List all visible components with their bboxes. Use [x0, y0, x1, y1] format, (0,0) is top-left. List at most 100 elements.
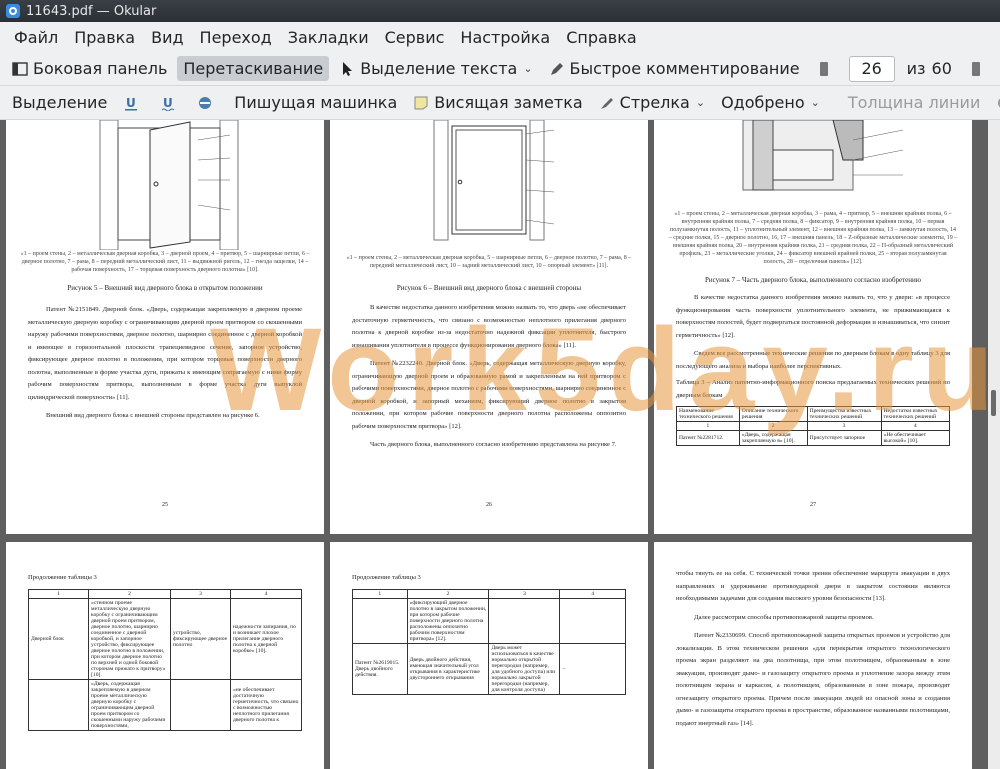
table-cell: 1	[27, 589, 90, 599]
text-selection-button[interactable]: Выделение текста ⌄	[333, 56, 538, 81]
figure-title: Рисунок 7 – Часть дверного блока, выполн…	[704, 276, 922, 284]
table-cell: 2	[738, 421, 808, 431]
document-page-29: Продолжение таблицы 3 1 2 3 4 «фиксирующ…	[330, 542, 648, 769]
table-cell: 4	[880, 421, 951, 431]
figure-title: Рисунок 6 – Внешний вид дверного блока с…	[396, 284, 582, 292]
menu-help[interactable]: Справка	[558, 28, 645, 47]
table-caption: Таблица 3 – Анализ патентно-информационн…	[676, 379, 950, 399]
document-page-25: «1 – проем стены, 2 – металлическая двер…	[6, 120, 324, 534]
highlight-selection-button[interactable]: Выделение	[6, 90, 113, 115]
approved-label: Одобрено	[721, 93, 805, 112]
table-continuation-caption: Продолжение таблицы 3	[28, 574, 97, 581]
typewriter-button[interactable]: Пишущая машинка	[228, 90, 403, 115]
table-cell: Патент №2281712.	[676, 430, 740, 446]
page-number: 25	[162, 502, 168, 508]
strikeout-button[interactable]	[191, 92, 224, 114]
figure-caption: «1 – проем стены, 2 – металлическая двер…	[20, 251, 310, 273]
table-cell: Патент №2619015. Дверь двойного действия…	[352, 643, 408, 695]
table-cell	[352, 598, 408, 644]
drag-mode-button[interactable]: Перетаскивание	[177, 56, 330, 81]
menu-tools[interactable]: Сервис	[377, 28, 453, 47]
table-cell: «Дверь, содержащая закрепляемую в» [10].	[738, 430, 808, 446]
squiggle-underline-icon: U	[161, 96, 175, 111]
table-cell: Присутствует запорное	[806, 430, 882, 446]
document-page-30: чтобы тянуть ее на себя. С технической т…	[654, 542, 972, 769]
table-cell: «фиксирующий дверное полотно в закрытом …	[406, 598, 490, 644]
table-cell: «Не обеспечивает высокой» [10].	[880, 430, 951, 446]
page-of-label: из	[906, 59, 926, 78]
paragraph: Патент №2151849. Дверной блок. «Дверь, с…	[28, 306, 302, 401]
svg-text:U: U	[163, 96, 173, 110]
brush-icon	[600, 97, 613, 109]
table-cell	[488, 598, 561, 644]
underline-button[interactable]: U	[117, 92, 150, 114]
table-cell: 4	[229, 589, 303, 599]
table-cell: 1	[352, 589, 408, 599]
door-front-drawing	[433, 120, 555, 241]
chevron-down-icon[interactable]: ⌄	[811, 96, 820, 109]
menu-edit[interactable]: Правка	[66, 28, 143, 47]
menu-settings[interactable]: Настройка	[452, 28, 558, 47]
document-viewport[interactable]: «1 – проем стены, 2 – металлическая двер…	[0, 120, 1000, 769]
table-cell: «стенном проеме металлическую дверную ко…	[88, 598, 171, 680]
line-width-button[interactable]: Толщина линии	[842, 90, 987, 115]
palette-icon	[998, 98, 1000, 107]
hanging-note-button[interactable]: Висящая заметка	[407, 90, 588, 115]
document-page-26: «1 – проем стены, 2 – металлическая двер…	[330, 120, 648, 534]
annotation-toolbar: Выделение U U Пишущая машинка Висящая за…	[0, 86, 1000, 120]
arrow-button[interactable]: Стрелка ⌄	[593, 90, 711, 115]
paragraph: Патент №2330699. Способ противопожарной …	[676, 632, 950, 727]
table-cell: 2	[406, 589, 490, 599]
table-cell: «не обеспечивает достаточную герметичнос…	[229, 679, 303, 731]
page-number: 27	[810, 502, 816, 508]
page-body: Патент №2151849. Дверной блок. «Дверь, с…	[6, 304, 324, 423]
cursor-icon	[343, 61, 353, 76]
underline-icon: U	[125, 96, 138, 110]
color-button[interactable]	[990, 92, 1000, 114]
menu-go[interactable]: Переход	[192, 28, 280, 47]
door-open-drawing	[99, 120, 239, 250]
paragraph: В качестве недостатка данного изобретени…	[352, 304, 626, 349]
page-down-icon	[971, 61, 980, 76]
door-section-drawing	[742, 120, 904, 191]
line-width-label: Толщина линии	[847, 93, 981, 112]
scrollbar-thumb[interactable]	[991, 390, 996, 416]
window-title: 11643.pdf — Okular	[26, 3, 157, 19]
comparison-table: Наименование технического решения Описан…	[676, 406, 951, 446]
page-up-icon	[819, 61, 828, 76]
menu-file[interactable]: Файл	[6, 28, 66, 47]
previous-page-button[interactable]	[810, 58, 843, 80]
table-cell: 3	[806, 421, 882, 431]
table-cell: 3	[169, 589, 231, 599]
chevron-down-icon[interactable]: ⌄	[523, 62, 532, 75]
page-number-input[interactable]: 26	[848, 55, 895, 82]
typewriter-label: Пишущая машинка	[234, 93, 398, 112]
table-cell: Дверной блок	[27, 598, 90, 680]
strikeout-icon	[199, 96, 212, 109]
squiggle-button[interactable]: U	[154, 92, 187, 114]
next-page-button[interactable]	[962, 58, 995, 80]
chevron-down-icon[interactable]: ⌄	[696, 96, 705, 109]
note-icon	[414, 96, 428, 109]
paragraph: Далее рассмотрим способы противопожарной…	[694, 613, 874, 621]
pen-icon	[550, 62, 563, 75]
page-number: 26	[486, 502, 492, 508]
okular-app-icon	[6, 4, 20, 18]
paragraph: В качестве недостатка данного изобретени…	[676, 294, 950, 339]
sidebar-toggle-button[interactable]: Боковая панель	[6, 56, 173, 81]
menu-bookmarks[interactable]: Закладки	[280, 28, 377, 47]
table-cell	[169, 679, 231, 731]
menu-view[interactable]: Вид	[143, 28, 191, 47]
table-cell: 4	[559, 589, 626, 599]
table-cell: 1	[676, 421, 740, 431]
comparison-table-continued: 1 2 3 4 «фиксирующий дверное полотно в з…	[352, 589, 626, 695]
table-cell: Дверь двойного действия, имеющая значите…	[406, 643, 490, 695]
page-body: В качестве недостатка данного изобретени…	[654, 292, 972, 402]
table-cell	[559, 598, 626, 644]
paragraph: Часть дверного блока, выполненного согла…	[370, 441, 617, 448]
vertical-scrollbar[interactable]	[988, 120, 1000, 769]
quick-comment-button[interactable]: Быстрое комментирование	[543, 56, 806, 81]
table-cell	[27, 679, 90, 731]
stamp-button[interactable]: Одобрено ⌄	[715, 90, 826, 115]
text-selection-label: Выделение текста	[360, 59, 518, 78]
